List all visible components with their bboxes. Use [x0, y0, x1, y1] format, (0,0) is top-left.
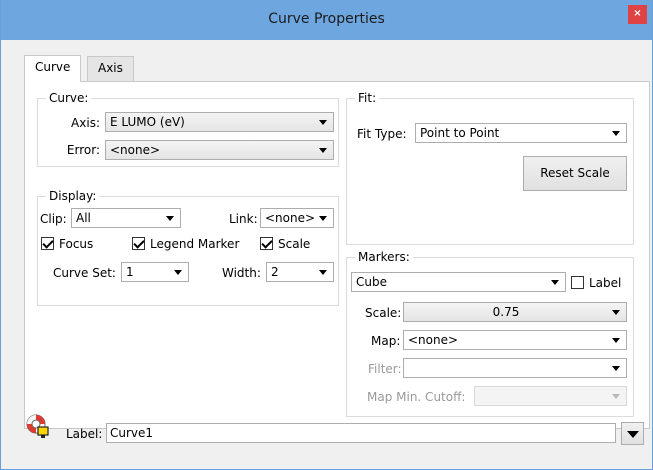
axis-label: Axis:: [71, 116, 100, 130]
chevron-down-icon: [319, 120, 327, 125]
chevron-down-icon: [319, 148, 327, 153]
clip-value: All: [76, 211, 91, 225]
legend-marker-checkbox-label: Legend Marker: [150, 237, 240, 251]
curve-group-title: Curve:: [46, 91, 92, 105]
error-combo[interactable]: <none>: [105, 140, 334, 160]
tab-curve[interactable]: Curve: [24, 55, 82, 82]
checkbox-checked-icon: [260, 237, 273, 250]
label-checkbox[interactable]: Label: [571, 276, 631, 290]
checkbox-unchecked-icon: [571, 276, 584, 289]
curve-label-value: Curve1: [110, 426, 154, 440]
map-value: <none>: [408, 333, 459, 347]
link-combo[interactable]: <none>: [260, 208, 334, 228]
map-combo[interactable]: <none>: [403, 330, 627, 350]
fit-type-value: Point to Point: [420, 126, 500, 140]
chevron-down-icon: [166, 216, 174, 221]
width-combo[interactable]: 2: [266, 262, 334, 282]
filter-combo[interactable]: [403, 358, 627, 378]
chevron-down-icon: [612, 366, 620, 371]
tab-axis[interactable]: Axis: [87, 56, 134, 81]
dialog-content: Curve Axis Curve: Axis: E LUMO (eV) Erro…: [8, 40, 650, 462]
map-label: Map:: [371, 334, 401, 348]
close-button[interactable]: ×: [628, 5, 647, 24]
checkbox-checked-icon: [132, 237, 145, 250]
error-value: <none>: [110, 143, 161, 157]
link-label: Link:: [229, 212, 258, 226]
chevron-down-icon: [612, 131, 620, 136]
map-min-cutoff-label: Map Min. Cutoff:: [367, 390, 466, 404]
reset-scale-button[interactable]: Reset Scale: [523, 156, 627, 191]
marker-shape-combo[interactable]: Cube: [351, 272, 566, 292]
fit-group-title: Fit:: [355, 91, 380, 105]
focus-checkbox[interactable]: Focus: [41, 237, 101, 251]
curve-tab-panel: Curve: Axis: E LUMO (eV) Error: <none> D…: [24, 81, 650, 429]
error-label: Error:: [66, 143, 100, 157]
chevron-down-icon: [319, 216, 327, 221]
curve-set-combo[interactable]: 1: [121, 262, 189, 282]
clip-combo[interactable]: All: [71, 208, 181, 228]
axis-value: E LUMO (eV): [110, 115, 185, 129]
title-bar[interactable]: Curve Properties ×: [0, 0, 653, 40]
display-group: Display: Clip: All Link: <none> Focus Le…: [37, 189, 339, 306]
curve-group: Curve: Axis: E LUMO (eV) Error: <none>: [37, 91, 339, 167]
chevron-down-icon: [174, 270, 182, 275]
scale-checkbox[interactable]: Scale: [260, 237, 320, 251]
label-checkbox-label: Label: [589, 276, 622, 290]
footer-label: Label:: [66, 427, 103, 441]
marker-shape-value: Cube: [356, 275, 387, 289]
filter-label: Filter:: [368, 362, 402, 376]
curve-properties-window: Curve Properties × Curve Axis Curve: Axi…: [0, 0, 653, 470]
map-min-cutoff-combo: [474, 386, 627, 406]
curve-label-input[interactable]: Curve1: [106, 423, 616, 443]
width-label: Width:: [222, 266, 261, 280]
display-group-title: Display:: [46, 189, 100, 203]
triangle-down-icon: [627, 431, 639, 438]
marker-scale-value: 0.75: [492, 305, 520, 319]
lifebuoy-icon[interactable]: [25, 413, 51, 439]
marker-scale-label: Scale:: [365, 306, 402, 320]
curve-set-value: 1: [126, 265, 134, 279]
chevron-down-icon: [612, 310, 620, 315]
fit-type-label: Fit Type:: [357, 127, 407, 141]
width-value: 2: [271, 265, 279, 279]
legend-marker-checkbox[interactable]: Legend Marker: [132, 237, 256, 251]
fit-type-combo[interactable]: Point to Point: [415, 123, 627, 143]
chevron-down-icon: [612, 338, 620, 343]
markers-group-title: Markers:: [355, 250, 413, 264]
markers-group: Markers: Cube Label Scale: 0.75 Map: <no…: [346, 250, 634, 417]
chevron-down-icon: [319, 270, 327, 275]
marker-scale-combo[interactable]: 0.75: [403, 302, 627, 322]
dropdown-button[interactable]: [621, 422, 644, 445]
fit-group: Fit: Fit Type: Point to Point Reset Scal…: [346, 91, 634, 245]
scale-checkbox-label: Scale: [278, 237, 311, 251]
link-value: <none>: [265, 211, 316, 225]
checkbox-checked-icon: [41, 237, 54, 250]
curve-set-label: Curve Set:: [53, 266, 116, 280]
chevron-down-icon: [612, 394, 620, 399]
clip-label: Clip:: [40, 212, 67, 226]
chevron-down-icon: [551, 280, 559, 285]
axis-combo[interactable]: E LUMO (eV): [105, 112, 334, 132]
focus-checkbox-label: Focus: [59, 237, 94, 251]
window-title: Curve Properties: [268, 11, 385, 27]
